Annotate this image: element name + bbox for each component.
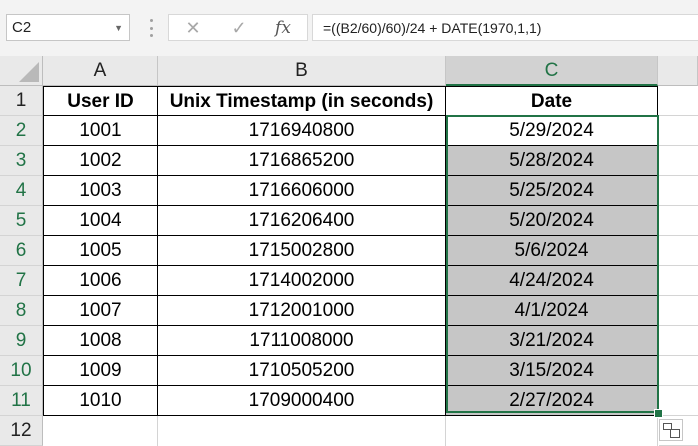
table-cell[interactable]: 2/27/2024 — [446, 386, 658, 416]
table-cell[interactable]: 1002 — [43, 146, 158, 176]
row-header-8[interactable]: 8 — [0, 296, 43, 326]
table-cell[interactable]: 1008 — [43, 326, 158, 356]
row-header-2[interactable]: 2 — [0, 116, 43, 146]
quick-analysis-icon-part — [670, 429, 680, 438]
gridline — [659, 115, 698, 116]
table-cell[interactable]: 5/6/2024 — [446, 236, 658, 266]
table-header-cell[interactable]: User ID — [43, 86, 158, 116]
table-cell[interactable]: 1716940800 — [158, 116, 446, 146]
name-box[interactable]: C2 ▼ — [6, 14, 130, 41]
gridline — [659, 325, 698, 326]
checkmark-icon[interactable]: ✓ — [221, 15, 257, 41]
row-header-4[interactable]: 4 — [0, 176, 43, 206]
row-header-9[interactable]: 9 — [0, 326, 43, 356]
table-cell[interactable]: 1006 — [43, 266, 158, 296]
table-cell[interactable]: 1711008000 — [158, 326, 446, 356]
row-header-12[interactable]: 12 — [0, 416, 43, 446]
table-cell[interactable]: 3/15/2024 — [446, 356, 658, 386]
table-cell[interactable]: 1710505200 — [158, 356, 446, 386]
gridline — [659, 415, 698, 416]
table-cell[interactable]: 1005 — [43, 236, 158, 266]
row-header-6[interactable]: 6 — [0, 236, 43, 266]
gridline — [157, 416, 158, 446]
gridline — [659, 145, 698, 146]
row-header-1[interactable]: 1 — [0, 86, 43, 116]
select-all-button[interactable] — [0, 56, 43, 86]
fx-icon[interactable]: fx — [265, 15, 301, 41]
table-cell[interactable]: 1716865200 — [158, 146, 446, 176]
table-cell[interactable]: 1010 — [43, 386, 158, 416]
column-header-c[interactable]: C — [446, 56, 658, 86]
table-cell[interactable]: 5/28/2024 — [446, 146, 658, 176]
quick-analysis-icon[interactable] — [659, 419, 683, 441]
table-cell[interactable]: 1716206400 — [158, 206, 446, 236]
table-cell[interactable]: 1007 — [43, 296, 158, 326]
row-header-10[interactable]: 10 — [0, 356, 43, 386]
table-cell[interactable]: 1009 — [43, 356, 158, 386]
table-cell[interactable]: 1714002000 — [158, 266, 446, 296]
table-cell[interactable]: 1001 — [43, 116, 158, 146]
gridline — [659, 265, 698, 266]
name-box-value: C2 — [12, 19, 32, 36]
drag-handle-icon[interactable] — [150, 19, 153, 37]
table-header-cell[interactable]: Unix Timestamp (in seconds) — [158, 86, 446, 116]
table-cell[interactable]: 4/24/2024 — [446, 266, 658, 296]
gridline — [659, 205, 698, 206]
table-cell[interactable]: 1715002800 — [158, 236, 446, 266]
table-cell[interactable]: 1004 — [43, 206, 158, 236]
table-cell[interactable]: 5/20/2024 — [446, 206, 658, 236]
gridline — [659, 175, 698, 176]
formula-input[interactable]: =((B2/60)/60)/24 + DATE(1970,1,1) — [312, 14, 698, 41]
formula-buttons: ✕ ✓ fx — [168, 14, 308, 41]
table-cell[interactable]: 4/1/2024 — [446, 296, 658, 326]
gridline — [659, 355, 698, 356]
row-header-11[interactable]: 11 — [0, 386, 43, 416]
table-cell[interactable]: 1716606000 — [158, 176, 446, 206]
table-cell[interactable]: 1709000400 — [158, 386, 446, 416]
column-header-b[interactable]: B — [158, 56, 446, 86]
gridline — [445, 416, 446, 446]
gridline — [659, 295, 698, 296]
row-header-7[interactable]: 7 — [0, 266, 43, 296]
table-cell[interactable]: 5/25/2024 — [446, 176, 658, 206]
column-header-blank[interactable] — [658, 56, 698, 86]
column-header-a[interactable]: A — [43, 56, 158, 86]
select-all-icon — [19, 62, 39, 82]
table-cell[interactable]: 1712001000 — [158, 296, 446, 326]
fill-handle[interactable] — [654, 409, 663, 418]
gridline — [659, 235, 698, 236]
table-cell[interactable]: 3/21/2024 — [446, 326, 658, 356]
chevron-down-icon[interactable]: ▼ — [114, 15, 123, 41]
table-cell[interactable]: 1003 — [43, 176, 158, 206]
formula-bar: C2 ▼ ✕ ✓ fx =((B2/60)/60)/24 + DATE(1970… — [0, 0, 698, 56]
gridline — [659, 385, 698, 386]
row-header-5[interactable]: 5 — [0, 206, 43, 236]
row-header-3[interactable]: 3 — [0, 146, 43, 176]
table-cell[interactable]: 5/29/2024 — [446, 116, 658, 146]
spreadsheet-grid: A B C 1 2 3 4 5 6 7 8 9 10 11 12 User ID Unix Timestamp … — [0, 56, 698, 446]
table-header-cell[interactable]: Date — [446, 86, 658, 116]
close-icon[interactable]: ✕ — [175, 15, 211, 41]
gridline — [657, 416, 658, 446]
